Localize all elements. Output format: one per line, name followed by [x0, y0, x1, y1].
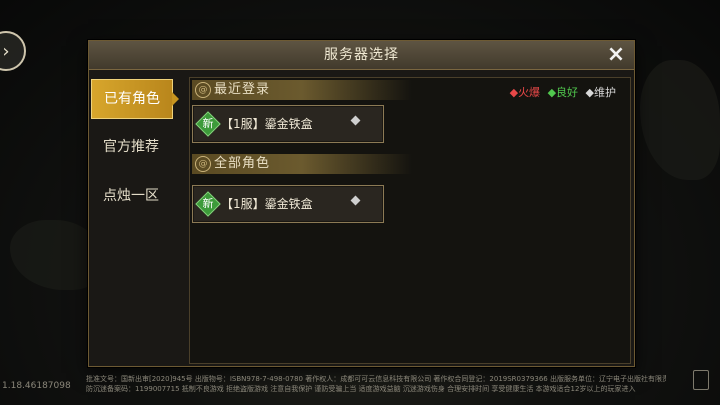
- section-label: 最近登录: [214, 82, 271, 97]
- section-label: 全部角色: [214, 156, 271, 171]
- server-name: 【1服】鎏金铁盒: [221, 117, 313, 131]
- legal-footer: 批准文号：国新出审[2020]945号 出版物号：ISBN978-7-498-0…: [86, 374, 666, 394]
- sidebar-item-official-recommend[interactable]: 官方推荐: [91, 128, 171, 166]
- section-recent-login: @ 最近登录: [192, 80, 412, 100]
- document-icon[interactable]: [693, 370, 709, 390]
- server-select-dialog: 服务器选择 × 已有角色 官方推荐 点烛一区 @ 最近登录 ◆火爆 ◆良好 ◆维…: [88, 40, 635, 367]
- server-card[interactable]: 新 【1服】鎏金铁盒: [192, 185, 384, 223]
- server-card[interactable]: 新 【1服】鎏金铁盒: [192, 105, 384, 143]
- legend-good: ◆良好: [547, 86, 579, 99]
- status-diamond-icon: [350, 115, 361, 126]
- sidebar-item-existing-characters[interactable]: 已有角色: [91, 79, 179, 119]
- close-button[interactable]: ×: [604, 43, 628, 67]
- new-badge-label: 新: [202, 117, 214, 130]
- status-legend: ◆火爆 ◆良好 ◆维护: [506, 84, 616, 100]
- chevron-right-icon: ›: [2, 40, 10, 62]
- legend-maintenance: ◆维护: [585, 86, 616, 99]
- dialog-title: 服务器选择: [324, 47, 399, 63]
- new-badge-label: 新: [202, 197, 214, 210]
- section-all-characters: @ 全部角色: [192, 154, 412, 174]
- server-list-panel: @ 最近登录 ◆火爆 ◆良好 ◆维护 新 【1服】鎏金铁盒 @ 全部角色 新 【…: [189, 77, 631, 364]
- sidebar: 已有角色 官方推荐 点烛一区: [89, 69, 179, 366]
- server-name: 【1服】鎏金铁盒: [221, 197, 313, 211]
- spiral-icon: @: [195, 82, 211, 98]
- spiral-icon: @: [195, 156, 211, 172]
- version-label: 1.18.46187098: [2, 381, 71, 391]
- status-diamond-icon: [350, 195, 361, 206]
- sidebar-item-server-zone-1[interactable]: 点烛一区: [91, 177, 171, 215]
- legend-hot: ◆火爆: [509, 86, 541, 99]
- legal-line-1: 批准文号：国新出审[2020]945号 出版物号：ISBN978-7-498-0…: [86, 375, 666, 383]
- legal-line-2: 防沉迷备案码：1199007715 抵制不良游戏 拒绝盗版游戏 注意自我保护 谨…: [86, 385, 636, 393]
- close-icon: ×: [606, 42, 626, 67]
